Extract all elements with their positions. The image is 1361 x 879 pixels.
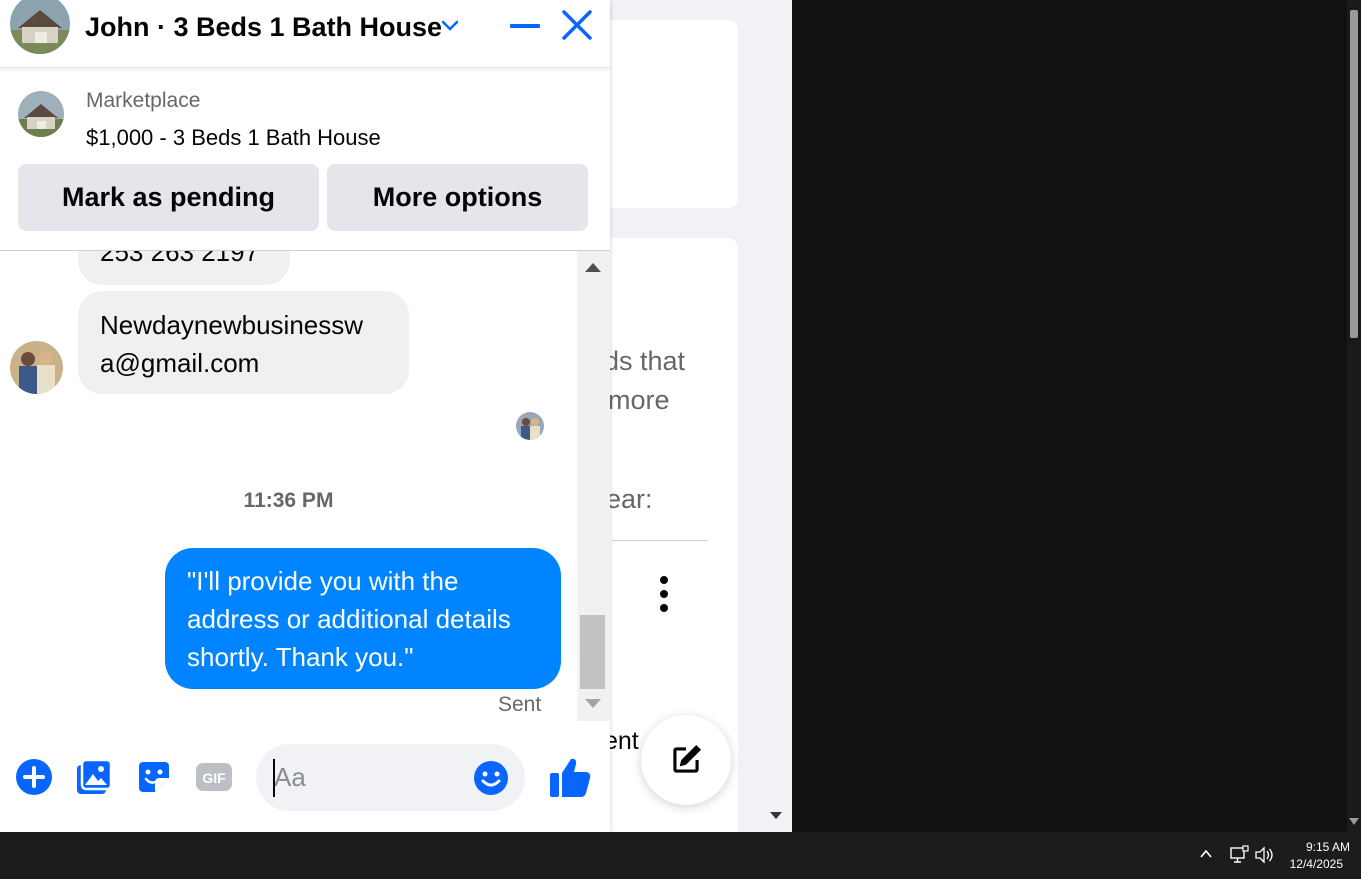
listing-title[interactable]: $1,000 - 3 Beds 1 Bath House	[86, 125, 381, 151]
background-text: ear:	[606, 484, 653, 514]
message-list: 253 263 2197 Newdaynewbusinessw a@gmail.…	[0, 251, 577, 721]
text-caret	[273, 759, 275, 797]
message-text: Newdaynewbusinessw	[100, 310, 364, 340]
window-scrollbar[interactable]	[1347, 0, 1361, 832]
gif-icon: GIF	[196, 763, 232, 791]
message-text: 253 263 2197	[100, 251, 260, 267]
background-text: more	[608, 385, 670, 415]
gif-label: GIF	[202, 770, 226, 786]
marketplace-listing: Marketplace $1,000 - 3 Beds 1 Bath House…	[0, 68, 610, 251]
close-icon	[562, 10, 592, 40]
close-button[interactable]	[560, 8, 594, 42]
outgoing-message[interactable]: "I'll provide you with the address or ad…	[165, 548, 561, 689]
message-timestamp: 11:36 PM	[243, 489, 334, 512]
scroll-down-arrow[interactable]	[585, 699, 601, 708]
background-text: ds that	[604, 346, 686, 376]
new-message-button[interactable]	[641, 715, 731, 805]
divider	[612, 540, 708, 541]
network-icon[interactable]	[1229, 845, 1249, 865]
message-status: Sent	[498, 693, 542, 716]
message-composer: GIF	[0, 721, 610, 832]
chat-title[interactable]: John · 3 Beds 1 Bath House	[85, 12, 442, 43]
more-options-button[interactable]: More options	[327, 164, 588, 231]
chat-scrollbar[interactable]	[577, 251, 610, 721]
chat-header: John · 3 Beds 1 Bath House	[0, 0, 610, 68]
scrollbar-thumb[interactable]	[580, 615, 605, 689]
message-text: "I'll provide you with the address or ad…	[187, 566, 511, 672]
minimize-icon	[510, 24, 540, 28]
page-scroll-down-arrow[interactable]	[770, 812, 782, 819]
scroll-down-arrow[interactable]	[1349, 818, 1359, 825]
listing-source: Marketplace	[86, 89, 201, 112]
sticker-button[interactable]	[134, 757, 174, 797]
smiley-icon	[474, 761, 508, 795]
scroll-up-arrow[interactable]	[585, 263, 601, 272]
incoming-message[interactable]: 253 263 2197	[78, 251, 290, 285]
clock-time[interactable]: 9:15 AM	[1270, 840, 1350, 854]
seen-indicator-avatar	[516, 412, 544, 440]
minimize-button[interactable]	[508, 10, 542, 42]
listing-thumbnail[interactable]	[18, 91, 64, 137]
thumbs-up-icon	[550, 758, 591, 797]
mark-as-pending-button[interactable]: Mark as pending	[18, 164, 319, 231]
chat-window: John · 3 Beds 1 Bath House Marketplace $…	[0, 0, 610, 832]
emoji-button[interactable]	[473, 760, 509, 796]
incoming-message[interactable]: Newdaynewbusinessw a@gmail.com	[78, 291, 409, 394]
plus-circle-icon	[16, 759, 52, 795]
attach-photo-button[interactable]	[74, 757, 114, 797]
more-dots-icon[interactable]	[657, 576, 671, 620]
sender-avatar[interactable]	[10, 341, 63, 394]
taskbar: 9:15 AM 12/4/2025	[0, 832, 1361, 879]
send-like-button[interactable]	[548, 755, 592, 799]
message-text: a@gmail.com	[100, 348, 260, 378]
chevron-up-icon[interactable]	[1199, 847, 1213, 861]
dark-region	[792, 0, 1361, 832]
photo-icon	[77, 758, 113, 794]
avatar[interactable]	[10, 0, 70, 54]
compose-icon	[673, 744, 702, 773]
sticker-icon	[139, 762, 169, 792]
more-actions-button[interactable]	[14, 757, 54, 797]
gif-button[interactable]: GIF	[194, 757, 234, 797]
scrollbar-thumb[interactable]	[1350, 10, 1358, 338]
clock-date[interactable]: 12/4/2025	[1270, 857, 1343, 871]
chevron-down-icon[interactable]	[440, 16, 460, 36]
